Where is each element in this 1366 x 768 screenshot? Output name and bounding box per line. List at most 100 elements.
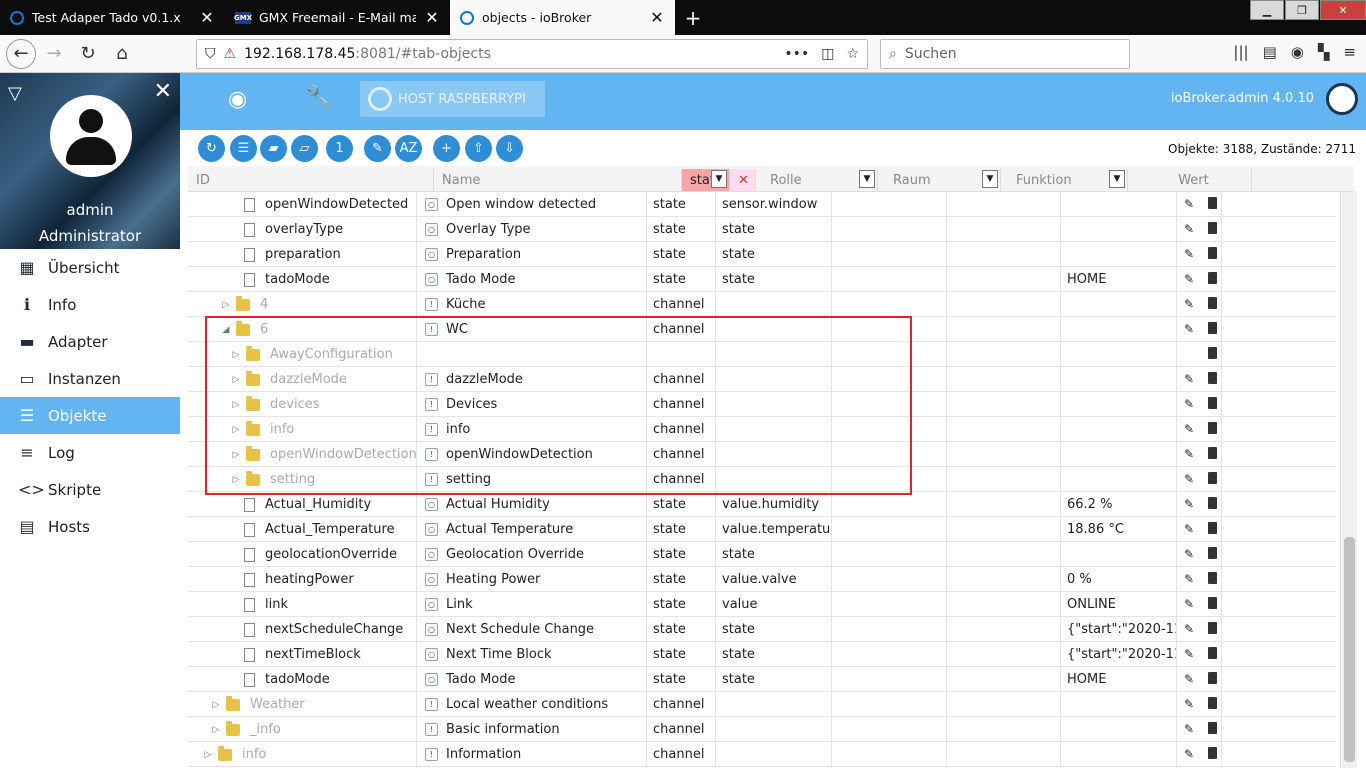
edit-pencil-icon[interactable]: ✎ — [1184, 322, 1194, 336]
delete-trash-icon[interactable] — [1208, 722, 1217, 734]
bookmark-star-icon[interactable]: ☆ — [846, 46, 859, 62]
sidebar-item-skripte[interactable]: <> Skripte — [0, 471, 180, 508]
user-edit-button[interactable]: ✎ — [364, 135, 391, 162]
delete-trash-icon[interactable] — [1208, 522, 1217, 534]
sidebar-item-hosts[interactable]: ▤ Hosts — [0, 508, 180, 545]
col-name[interactable]: Name — [434, 169, 682, 191]
more-icon[interactable]: ••• — [784, 46, 809, 62]
table-row[interactable]: ▷ openWindowDetection! openWindowDetection… — [188, 442, 1336, 467]
table-row[interactable]: ▷ Weather! Local weather conditions channel… — [188, 692, 1336, 717]
home-button[interactable]: ⌂ — [106, 38, 138, 70]
sort-az-button[interactable]: AZ — [395, 135, 422, 162]
expand-toggle-icon[interactable]: ◢ — [220, 325, 232, 335]
pocket-icon[interactable]: ◫ — [821, 46, 834, 62]
delete-trash-icon[interactable] — [1208, 322, 1217, 334]
edit-pencil-icon[interactable]: ✎ — [1184, 647, 1194, 661]
table-row[interactable]: Actual_Temperature ○ Actual Temperature sta… — [188, 517, 1336, 542]
table-row[interactable]: ▷ _info! Basic information channel ✎ — [188, 717, 1336, 742]
delete-trash-icon[interactable] — [1208, 697, 1217, 709]
table-row[interactable]: nextScheduleChange ○ Next Schedule Change s… — [188, 617, 1336, 642]
sidebar-item-log[interactable]: ≡ Log — [0, 434, 180, 471]
delete-trash-icon[interactable] — [1208, 572, 1217, 584]
delete-trash-icon[interactable] — [1208, 247, 1217, 259]
expand-toggle-icon[interactable]: ▷ — [202, 750, 214, 760]
delete-trash-icon[interactable] — [1208, 672, 1217, 684]
edit-pencil-icon[interactable]: ✎ — [1184, 547, 1194, 561]
table-row[interactable]: preparation ○ Preparation state state ✎ — [188, 242, 1336, 267]
sidebar-icon[interactable]: ▤ — [1263, 43, 1277, 61]
folder-expand-button[interactable]: ▰ — [260, 135, 287, 162]
edit-pencil-icon[interactable]: ✎ — [1184, 447, 1194, 461]
edit-pencil-icon[interactable]: ✎ — [1184, 572, 1194, 586]
table-row[interactable]: tadoMode ○ Tado Mode state state HOME ✎ — [188, 267, 1336, 292]
add-object-button[interactable]: + — [433, 135, 460, 162]
col-role-filter[interactable]: Rolle ▼ — [762, 169, 878, 191]
sidebar-item-adapter[interactable]: ▬ Adapter — [0, 323, 180, 360]
folder-collapse-button[interactable]: ▱ — [291, 135, 318, 162]
expand-toggle-icon[interactable]: ▷ — [230, 400, 242, 410]
edit-pencil-icon[interactable]: ✎ — [1184, 722, 1194, 736]
eye-icon[interactable]: ◉ — [228, 87, 247, 112]
edit-pencil-icon[interactable]: ✎ — [1184, 672, 1194, 686]
expand-toggle-icon[interactable]: ▷ — [230, 475, 242, 485]
delete-trash-icon[interactable] — [1208, 472, 1217, 484]
table-row[interactable]: ▷ 4! Küche channel ✎ — [188, 292, 1336, 317]
col-type-filter[interactable]: stat ▼ — [682, 169, 730, 191]
extensions-icon[interactable]: ▚ — [1318, 43, 1330, 61]
sidebar-item-info[interactable]: ℹ Info — [0, 286, 180, 323]
browser-tab[interactable]: GMX GMX Freemail - E-Mail made in ✕ — [225, 0, 450, 35]
col-id[interactable]: ID — [188, 169, 434, 191]
edit-pencil-icon[interactable]: ✎ — [1184, 222, 1194, 236]
delete-trash-icon[interactable] — [1208, 497, 1217, 509]
state-filter-button[interactable]: 1 — [326, 135, 353, 162]
expand-toggle-icon[interactable]: ▷ — [230, 450, 242, 460]
table-row[interactable]: ◢ 6! WC channel ✎ — [188, 317, 1336, 342]
delete-trash-icon[interactable] — [1208, 597, 1217, 609]
shield-icon[interactable]: ⛉ — [205, 46, 216, 62]
list-view-button[interactable]: ☰ — [230, 135, 257, 162]
delete-trash-icon[interactable] — [1208, 422, 1217, 434]
edit-pencil-icon[interactable]: ✎ — [1184, 422, 1194, 436]
search-input[interactable]: ⌕ Suchen — [880, 39, 1130, 69]
dropdown-arrow-icon[interactable]: ▼ — [859, 170, 875, 188]
dropdown-arrow-icon[interactable]: ▼ — [1109, 170, 1125, 188]
delete-trash-icon[interactable] — [1208, 547, 1217, 559]
maximize-button[interactable]: ❐ — [1285, 0, 1319, 20]
delete-trash-icon[interactable] — [1208, 197, 1217, 209]
col-room-filter[interactable]: Raum ▼ — [885, 169, 1001, 191]
table-row[interactable]: tadoMode ○ Tado Mode state state HOME ✎ — [188, 667, 1336, 692]
edit-pencil-icon[interactable]: ✎ — [1184, 297, 1194, 311]
menu-icon[interactable]: ≡ — [1343, 43, 1356, 61]
url-bar[interactable]: ⛉ ⚠ 192.168.178.45:8081/#tab-objects •••… — [196, 39, 868, 69]
expand-toggle-icon[interactable]: ▷ — [230, 350, 242, 360]
collapse-triangle-icon[interactable]: ▽ — [8, 83, 22, 104]
upload-button[interactable]: ⇧ — [465, 135, 492, 162]
delete-trash-icon[interactable] — [1208, 622, 1217, 634]
close-sidebar-icon[interactable]: ✕ — [154, 79, 172, 104]
table-row[interactable]: ▷ setting! setting channel ✎ — [188, 467, 1336, 492]
expand-toggle-icon[interactable]: ▷ — [210, 725, 222, 735]
refresh-button[interactable]: ↻ — [198, 135, 225, 162]
edit-pencil-icon[interactable]: ✎ — [1184, 697, 1194, 711]
delete-trash-icon[interactable] — [1208, 397, 1217, 409]
delete-trash-icon[interactable] — [1208, 747, 1217, 759]
table-row[interactable]: heatingPower ○ Heating Power state value.val… — [188, 567, 1336, 592]
table-row[interactable]: ▷ devices! Devices channel ✎ — [188, 392, 1336, 417]
download-button[interactable]: ⇩ — [496, 135, 523, 162]
table-row[interactable]: geolocationOverride ○ Geolocation Override… — [188, 542, 1336, 567]
edit-pencil-icon[interactable]: ✎ — [1184, 247, 1194, 261]
wrench-icon[interactable]: 🔧 — [305, 85, 332, 110]
expand-toggle-icon[interactable]: ▷ — [230, 375, 242, 385]
table-row[interactable]: overlayType ○ Overlay Type state state ✎ — [188, 217, 1336, 242]
sidebar-item-uebersicht[interactable]: ▦ Übersicht — [0, 249, 180, 286]
back-button[interactable]: ← — [6, 38, 36, 69]
forward-button[interactable]: → — [38, 38, 70, 70]
table-row[interactable]: Actual_Humidity ○ Actual Humidity state valu… — [188, 492, 1336, 517]
delete-trash-icon[interactable] — [1208, 647, 1217, 659]
edit-pencil-icon[interactable]: ✎ — [1184, 522, 1194, 536]
edit-pencil-icon[interactable]: ✎ — [1184, 597, 1194, 611]
edit-pencil-icon[interactable]: ✎ — [1184, 622, 1194, 636]
table-row[interactable]: link ○ Link state value ONLINE ✎ — [188, 592, 1336, 617]
table-row[interactable]: openWindowDetected ○ Open window detected s… — [188, 192, 1336, 217]
vertical-scrollbar[interactable] — [1340, 192, 1357, 768]
